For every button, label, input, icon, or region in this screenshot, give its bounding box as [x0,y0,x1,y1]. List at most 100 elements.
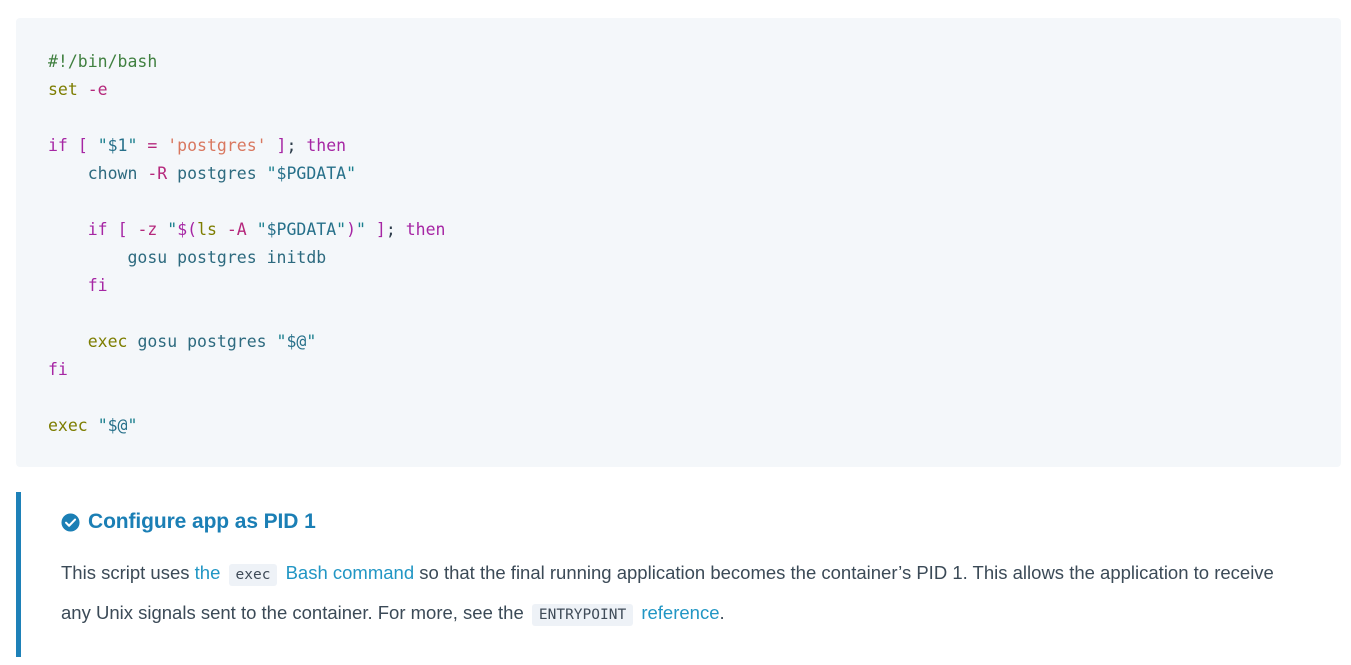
code-token: postgres [187,332,267,351]
entrypoint-reference-link[interactable]: ENTRYPOINT reference [529,602,720,626]
code-token: " [256,220,267,239]
code-token: if [48,136,68,155]
code-token: " [356,220,366,239]
code-token: " [276,332,287,351]
code-token: " [346,164,357,183]
code-token: #!/bin/bash [48,52,158,71]
callout-title: Configure app as PID 1 [61,510,1301,534]
code-token: ) [346,220,357,239]
code-token: $( [177,220,198,239]
code-token: [ [77,136,88,155]
code-token: " [167,220,178,239]
code-line: gosu postgres initdb [48,244,1313,272]
exec-bash-command-link[interactable]: the exec Bash command [194,562,415,586]
document-page: #!/bin/bash set -e if [ "$1" = 'postgres… [0,0,1351,665]
code-token: chown [87,164,138,183]
code-content[interactable]: #!/bin/bash set -e if [ "$1" = 'postgres… [16,48,1341,440]
code-token: $PGDATA [266,220,337,239]
code-token: then [306,136,347,155]
code-token: set [48,80,78,99]
code-token: fi [87,276,108,295]
link-label: Bash command [280,562,415,583]
inline-code-entrypoint: ENTRYPOINT [531,604,634,626]
code-line: if [ -z "$(ls -A "$PGDATA")" ]; then [48,216,1313,244]
callout-text: This script uses [61,562,195,583]
code-token: postgres [177,248,257,267]
code-token: fi [48,360,68,379]
callout-body: This script uses the exec Bash command s… [61,554,1291,634]
code-token: " [306,332,317,351]
code-token: $@ [107,416,128,435]
code-line: exec "$@" [48,412,1313,440]
inline-code-exec: exec [228,564,278,586]
code-token: " [336,220,347,239]
code-line: set -e [48,76,1313,104]
code-line: exec gosu postgres "$@" [48,328,1313,356]
code-token: ] [375,220,386,239]
code-token: -A [226,220,247,239]
code-token: $PGDATA [276,164,347,183]
code-token: postgres [177,164,257,183]
code-line: if [ "$1" = 'postgres' ]; then [48,132,1313,160]
code-line: chown -R postgres "$PGDATA" [48,160,1313,188]
code-token: gosu [137,332,178,351]
code-token: then [405,220,446,239]
code-token: ] [276,136,287,155]
code-token: exec [87,332,128,351]
link-label: the [194,562,226,583]
code-block: #!/bin/bash set -e if [ "$1" = 'postgres… [16,18,1341,467]
link-label: reference [636,602,720,623]
code-token: " [127,136,138,155]
code-token: gosu [127,248,168,267]
code-token: -z [137,220,158,239]
code-token: $@ [286,332,307,351]
code-token: -e [87,80,108,99]
code-token: ; [286,136,297,155]
code-token: -R [147,164,168,183]
code-token: initdb [266,248,327,267]
code-token: ls [197,220,217,239]
callout-text: . [719,602,725,623]
code-token: = [147,136,158,155]
code-token: " [97,136,108,155]
code-line: fi [48,272,1313,300]
code-token: if [87,220,108,239]
code-token: [ [117,220,128,239]
check-circle-icon [61,512,80,532]
code-token: " [266,164,277,183]
code-token: exec [48,416,88,435]
code-token: " [127,416,138,435]
code-token: $1 [107,136,128,155]
code-line: #!/bin/bash [48,48,1313,76]
